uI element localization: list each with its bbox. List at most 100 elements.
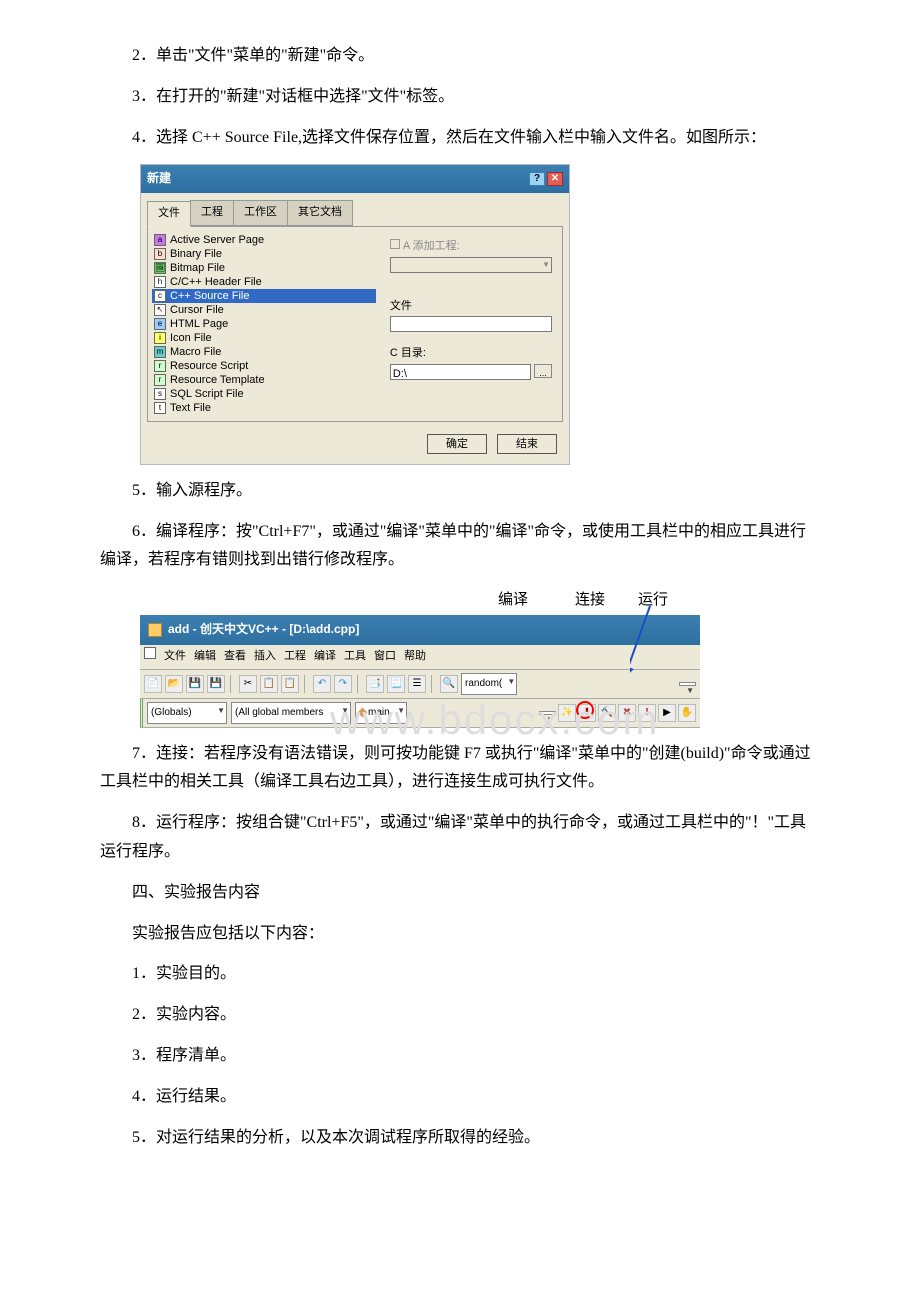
build-icon[interactable]: 🔨 [598, 704, 616, 722]
report-item-4: 4．运行结果。 [100, 1083, 820, 1112]
report-item-5: 5．对运行结果的分析，以及本次调试程序所取得的经验。 [100, 1124, 820, 1153]
binary-icon: b [154, 248, 166, 260]
paste-icon[interactable]: 📋 [281, 675, 299, 693]
vc-titlebar: add - 创天中文VC++ - [D:\add.cpp] [140, 615, 700, 645]
rc-icon: r [154, 360, 166, 372]
tab-file[interactable]: 文件 [147, 201, 191, 227]
list-item[interactable]: rResource Script [152, 359, 376, 373]
find-combo[interactable]: random( [461, 673, 517, 695]
menu-tools[interactable]: 工具 [344, 647, 366, 667]
step-2: 2．单击"文件"菜单的"新建"命令。 [100, 42, 820, 71]
checkbox-icon[interactable] [390, 239, 400, 249]
undo-icon[interactable]: ↶ [313, 675, 331, 693]
list-item[interactable]: rResource Template [152, 373, 376, 387]
file-type-list[interactable]: aActive Server Page bBinary File 🖼Bitmap… [148, 227, 380, 421]
config-combo[interactable] [679, 682, 696, 686]
globals-combo[interactable]: (Globals) [147, 702, 227, 724]
tab-other[interactable]: 其它文档 [287, 200, 353, 226]
menu-edit[interactable]: 编辑 [194, 647, 216, 667]
find-icon[interactable]: 🔍 [440, 675, 458, 693]
report-item-2: 2．实验内容。 [100, 1001, 820, 1030]
html-icon: e [154, 318, 166, 330]
menu-project[interactable]: 工程 [284, 647, 306, 667]
open-file-icon[interactable]: 📂 [165, 675, 183, 693]
list-item[interactable]: aActive Server Page [152, 233, 376, 247]
list-item[interactable]: sSQL Script File [152, 387, 376, 401]
menu-file[interactable]: 文件 [164, 647, 186, 667]
list-item[interactable]: iIcon File [152, 331, 376, 345]
document-icon [144, 647, 156, 659]
diamond-icon [358, 708, 368, 718]
menu-insert[interactable]: 插入 [254, 647, 276, 667]
cancel-button[interactable]: 结束 [497, 434, 557, 454]
window-list-icon[interactable]: ☰ [408, 675, 426, 693]
new-file-icon[interactable]: 📄 [144, 675, 162, 693]
members-combo[interactable]: (All global members [231, 702, 351, 724]
workspace-icon[interactable]: 📑 [366, 675, 384, 693]
vcpp-window: add - 创天中文VC++ - [D:\add.cpp] 文件 编辑 查看 插… [140, 615, 700, 727]
save-icon[interactable]: 💾 [186, 675, 204, 693]
directory-input[interactable]: D:\ [390, 364, 531, 380]
save-all-icon[interactable]: 💾 [207, 675, 225, 693]
file-label: 文件 [390, 297, 552, 317]
browse-button[interactable]: ... [534, 364, 552, 378]
function-combo[interactable]: main [355, 702, 407, 724]
list-item[interactable]: 🖼Bitmap File [152, 261, 376, 275]
list-item-selected[interactable]: cC++ Source File [152, 289, 376, 303]
filename-input[interactable] [390, 316, 552, 332]
dialog-title-text: 新建 [147, 168, 171, 190]
menu-help[interactable]: 帮助 [404, 647, 426, 667]
menu-view[interactable]: 查看 [224, 647, 246, 667]
project-combo: ▼ [390, 257, 552, 273]
menu-build[interactable]: 编译 [314, 647, 336, 667]
list-item[interactable]: hC/C++ Header File [152, 275, 376, 289]
tab-row: 文件 工程 工作区 其它文档 [141, 196, 569, 226]
execute-icon[interactable]: ! [638, 704, 656, 722]
separator [230, 675, 234, 693]
wizard-icon[interactable]: ✨ [558, 704, 576, 722]
ok-button[interactable]: 确定 [427, 434, 487, 454]
list-item[interactable]: mMacro File [152, 345, 376, 359]
rct-icon: r [154, 374, 166, 386]
ico-icon: i [154, 332, 166, 344]
output-icon[interactable]: 📃 [387, 675, 405, 693]
action-combo[interactable] [539, 711, 556, 715]
separator [304, 675, 308, 693]
annot-link: 连接 [575, 587, 605, 614]
list-item[interactable]: tText File [152, 401, 376, 415]
menu-window[interactable]: 窗口 [374, 647, 396, 667]
step-4: 4．选择 C++ Source File,选择文件保存位置，然后在文件输入栏中输… [100, 124, 820, 153]
bitmap-icon: 🖼 [154, 262, 166, 274]
text-icon: t [154, 402, 166, 414]
breakpoint-icon[interactable]: ✋ [678, 704, 696, 722]
vc-toolbar-wizard: (Globals) (All global members main ✨ ⬇ 🔨… [140, 699, 700, 728]
asp-icon: a [154, 234, 166, 246]
go-icon[interactable]: ▶ [658, 704, 676, 722]
step-5: 5．输入源程序。 [100, 477, 820, 506]
stop-build-icon[interactable]: ✖ [618, 704, 636, 722]
close-button[interactable]: ✕ [547, 172, 563, 186]
help-button[interactable]: ? [529, 172, 545, 186]
report-item-1: 1．实验目的。 [100, 960, 820, 989]
tab-project[interactable]: 工程 [190, 200, 234, 226]
cursor-icon: ↖ [154, 304, 166, 316]
section-4-heading: 四、实验报告内容 [100, 879, 820, 908]
cut-icon[interactable]: ✂ [239, 675, 257, 693]
vc-menubar: 文件 编辑 查看 插入 工程 编译 工具 窗口 帮助 [140, 645, 700, 670]
separator [431, 675, 435, 693]
add-project-checkbox-label: A 添加工程: [390, 237, 552, 257]
cpp-icon: c [154, 290, 166, 302]
list-item[interactable]: eHTML Page [152, 317, 376, 331]
vc-toolbar-main: 📄 📂 💾 💾 ✂ 📋 📋 ↶ ↷ 📑 📃 ☰ 🔍 random( [140, 670, 700, 699]
dialog-titlebar: 新建 ? ✕ [141, 165, 569, 193]
step-6: 6．编译程序：按"Ctrl+F7"，或通过"编译"菜单中的"编译"命令，或使用工… [100, 518, 820, 576]
vc-title-text: add - 创天中文VC++ - [D:\add.cpp] [168, 619, 359, 641]
list-item[interactable]: bBinary File [152, 247, 376, 261]
vc-app-icon [148, 623, 162, 637]
annot-run: 运行 [638, 587, 668, 614]
tab-workspace[interactable]: 工作区 [233, 200, 288, 226]
copy-icon[interactable]: 📋 [260, 675, 278, 693]
redo-icon[interactable]: ↷ [334, 675, 352, 693]
list-item[interactable]: ↖Cursor File [152, 303, 376, 317]
separator [357, 675, 361, 693]
